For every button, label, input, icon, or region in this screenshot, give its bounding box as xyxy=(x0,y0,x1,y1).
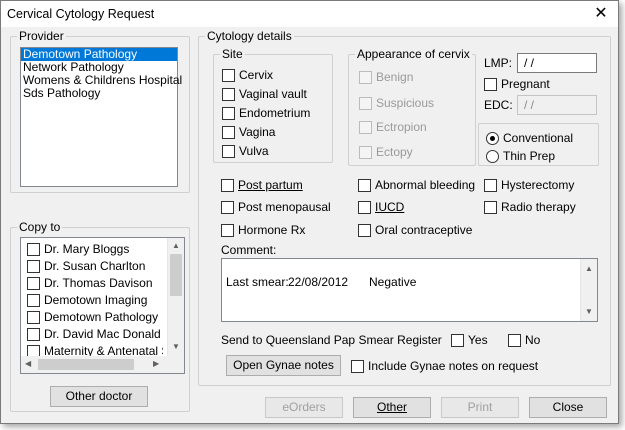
post-partum-checkbox[interactable]: Post partum xyxy=(221,178,303,192)
eorders-button[interactable]: eOrders xyxy=(265,397,343,418)
pregnant-checkbox[interactable]: Pregnant xyxy=(484,77,550,91)
cervical-cytology-dialog: Cervical Cytology Request ✕ Provider Dem… xyxy=(0,0,619,424)
copy-to-item[interactable]: Dr. Mary Bloggs xyxy=(27,242,129,256)
prep-type-group: Conventional Thin Prep xyxy=(478,123,599,166)
checkbox[interactable] xyxy=(27,242,40,256)
open-gynae-notes-button[interactable]: Open Gynae notes xyxy=(226,355,341,376)
other-doctor-button[interactable]: Other doctor xyxy=(50,386,148,407)
scroll-left-icon[interactable]: ◀ xyxy=(25,359,31,368)
copy-to-vertical-scrollbar[interactable]: ▲ ▼ xyxy=(167,238,184,356)
scroll-right-icon[interactable]: ▶ xyxy=(153,359,159,368)
close-button[interactable]: Close xyxy=(529,397,607,418)
last-smear-label: Last smear: xyxy=(226,275,289,289)
appearance-suspicious-checkbox[interactable]: Suspicious xyxy=(359,96,434,110)
scroll-down-icon[interactable]: ▼ xyxy=(581,307,597,316)
hysterectomy-checkbox[interactable]: Hysterectomy xyxy=(484,178,574,192)
site-group-label: Site xyxy=(220,47,245,61)
other-button[interactable]: Other xyxy=(353,397,431,418)
checkbox[interactable] xyxy=(27,293,40,307)
oral-contraceptive-checkbox[interactable]: Oral contraceptive xyxy=(358,223,472,237)
scroll-up-icon[interactable]: ▲ xyxy=(581,264,597,273)
last-smear-date: 22/08/2012 xyxy=(288,275,349,289)
comment-scrollbar[interactable]: ▲ ▼ xyxy=(580,259,597,321)
checkbox[interactable] xyxy=(27,276,40,290)
copy-to-item[interactable]: Dr. Thomas Davison xyxy=(27,276,153,290)
cytology-details-group: Cytology details Site Cervix Vaginal vau… xyxy=(198,29,611,386)
include-gynae-notes-checkbox[interactable]: Include Gynae notes on request xyxy=(351,359,538,373)
scrollbar-thumb[interactable] xyxy=(38,359,134,370)
scroll-up-icon[interactable]: ▲ xyxy=(168,241,184,250)
copy-to-item[interactable]: Dr. Susan Charlton xyxy=(27,259,145,273)
cytology-group-label: Cytology details xyxy=(205,29,294,43)
site-vaginal-vault-checkbox[interactable]: Vaginal vault xyxy=(222,87,307,101)
provider-list[interactable]: Demotown Pathology Network Pathology Wom… xyxy=(20,47,182,187)
checkbox[interactable] xyxy=(27,327,40,341)
provider-item[interactable]: Sds Pathology xyxy=(21,87,177,100)
title-bar: Cervical Cytology Request ✕ xyxy=(1,1,618,27)
provider-group: Provider Demotown Pathology Network Path… xyxy=(10,29,190,193)
appearance-ectopy-checkbox[interactable]: Ectopy xyxy=(359,145,413,159)
edc-label: EDC: xyxy=(484,98,513,112)
hormone-rx-checkbox[interactable]: Hormone Rx xyxy=(221,223,305,237)
site-vagina-checkbox[interactable]: Vagina xyxy=(222,125,275,139)
pap-register-label: Send to Queensland Pap Smear Register xyxy=(221,333,442,347)
provider-group-label: Provider xyxy=(17,29,66,43)
radio-therapy-checkbox[interactable]: Radio therapy xyxy=(484,200,576,214)
appearance-group-label: Appearance of cervix xyxy=(355,47,472,61)
post-menopausal-checkbox[interactable]: Post menopausal xyxy=(221,200,331,214)
site-cervix-checkbox[interactable]: Cervix xyxy=(222,68,273,82)
copy-to-group: Copy to Dr. Mary Bloggs Dr. Susan Charlt… xyxy=(10,220,190,412)
edc-field[interactable]: / / xyxy=(517,95,597,115)
register-no-checkbox[interactable]: No xyxy=(508,333,540,347)
checkbox[interactable] xyxy=(27,259,40,273)
copy-to-horizontal-scrollbar[interactable]: ◀ ▶ xyxy=(21,356,184,373)
copy-to-item[interactable]: Demotown Imaging xyxy=(27,293,147,307)
site-group: Site Cervix Vaginal vault Endometrium Va… xyxy=(213,47,333,163)
thin-prep-radio[interactable]: Thin Prep xyxy=(486,149,555,163)
print-button[interactable]: Print xyxy=(441,397,519,418)
abnormal-bleeding-checkbox[interactable]: Abnormal bleeding xyxy=(358,178,475,192)
lmp-label: LMP: xyxy=(484,56,513,70)
scroll-down-icon[interactable]: ▼ xyxy=(168,342,184,351)
close-icon[interactable]: ✕ xyxy=(589,3,613,25)
site-endometrium-checkbox[interactable]: Endometrium xyxy=(222,106,310,120)
site-vulva-checkbox[interactable]: Vulva xyxy=(222,144,269,158)
comment-textarea[interactable]: Last smear: 22/08/2012 Negative ▲ ▼ xyxy=(221,258,598,322)
last-smear-result: Negative xyxy=(369,275,417,289)
comment-label: Comment: xyxy=(221,243,277,257)
checkbox[interactable] xyxy=(27,310,40,324)
copy-to-list[interactable]: Dr. Mary Bloggs Dr. Susan Charlton Dr. T… xyxy=(20,237,185,374)
copy-to-item[interactable]: Dr. David Mac Donald xyxy=(27,327,161,341)
lmp-field[interactable]: / / xyxy=(517,53,597,73)
register-yes-checkbox[interactable]: Yes xyxy=(451,333,488,347)
copy-to-item[interactable]: Demotown Pathology xyxy=(27,310,158,324)
window-title: Cervical Cytology Request xyxy=(7,7,155,21)
copy-to-group-label: Copy to xyxy=(17,220,63,234)
conventional-radio[interactable]: Conventional xyxy=(486,131,573,145)
appearance-ectropion-checkbox[interactable]: Ectropion xyxy=(359,120,427,134)
scrollbar-thumb[interactable] xyxy=(170,254,182,296)
appearance-benign-checkbox[interactable]: Benign xyxy=(359,70,413,84)
appearance-group: Appearance of cervix Benign Suspicious E… xyxy=(348,47,476,166)
iucd-checkbox[interactable]: IUCD xyxy=(358,200,404,214)
